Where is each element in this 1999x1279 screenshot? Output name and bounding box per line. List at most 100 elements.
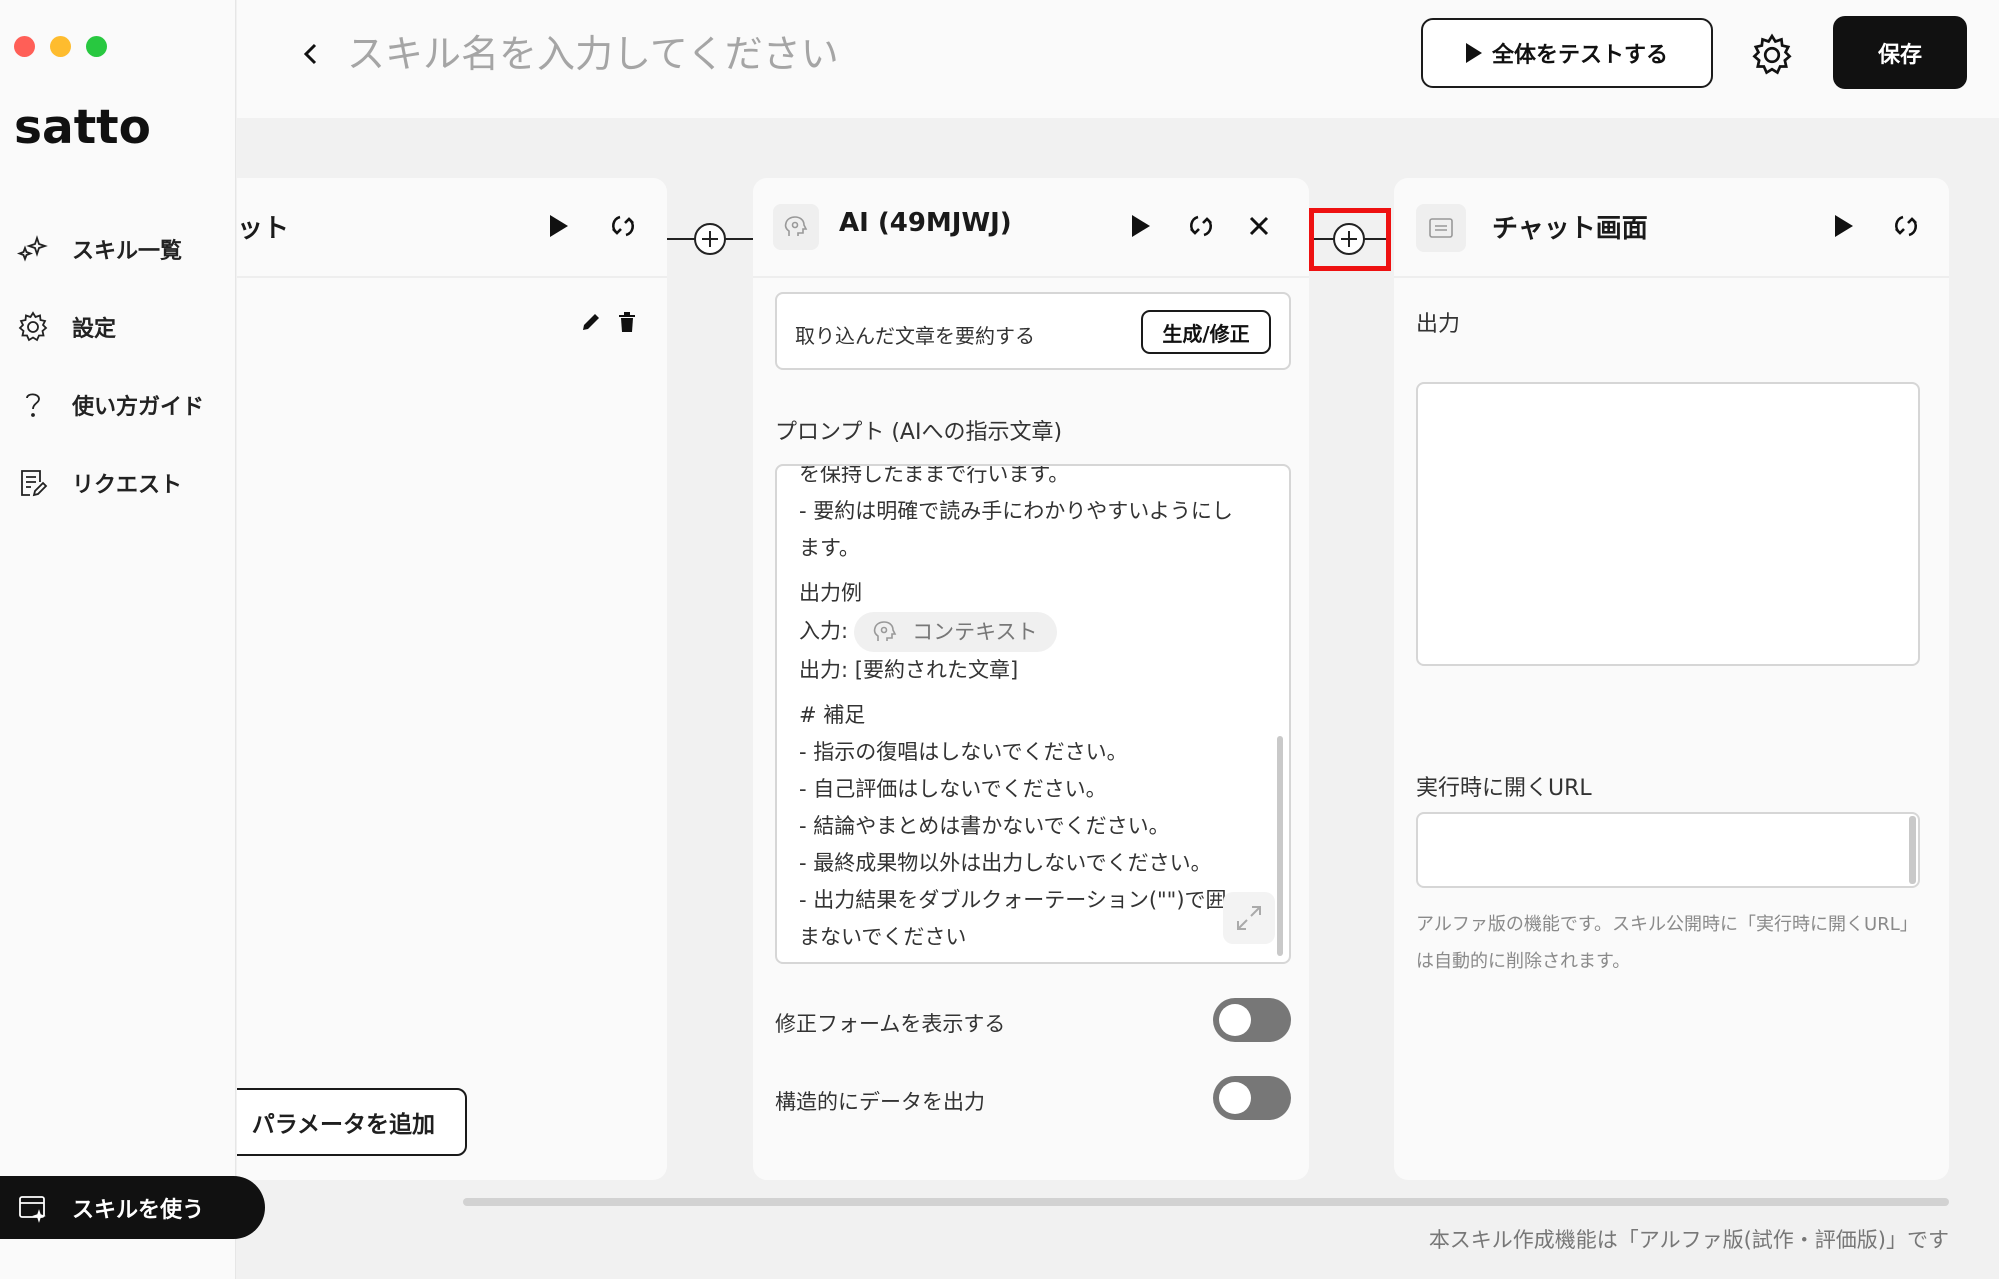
sidebar-item-label: スキル一覧 [72, 239, 183, 264]
refresh-icon [611, 215, 635, 237]
sparkles-icon [16, 235, 48, 262]
card-title: チャット画面 [1492, 214, 1648, 244]
test-all-button[interactable]: 全体をテストする [1421, 18, 1713, 88]
prompt-line: - 出力結果をダブルクォーテーション("")で囲 [799, 888, 1227, 912]
prompt-scrollbar[interactable] [1277, 736, 1283, 956]
refresh-icon [1189, 215, 1213, 237]
sidebar-item-guide[interactable]: 使い方ガイド [0, 366, 236, 444]
ai-node-card: AI (49MJWJ) 取り込んだ文章を要約する 生成/修正 プロンプト (AI… [753, 178, 1309, 1180]
prompt-line: 出力: [要約された文章] [799, 658, 1019, 682]
skill-name-input[interactable] [347, 26, 1047, 82]
toggle-form-label: 修正フォームを表示する [775, 1012, 1006, 1036]
delete-param-button[interactable] [607, 302, 647, 342]
prompt-line: # 補足 [799, 703, 866, 727]
sidebar-item-label: リクエスト [72, 473, 183, 498]
card-header: チャット画面 [1394, 178, 1949, 278]
canvas-horizontal-scrollbar[interactable] [463, 1198, 1949, 1206]
close-node-button[interactable] [1239, 206, 1279, 246]
trash-icon [619, 312, 635, 332]
alpha-feature-note: アルファ版の機能です。スキル公開時に「実行時に開くURL」は自動的に削除されます… [1416, 914, 1918, 972]
prompt-line: まないでください [799, 925, 967, 949]
prompt-line: ます。 [799, 536, 860, 560]
generate-edit-button[interactable]: 生成/修正 [1141, 310, 1271, 354]
context-chip-label: コンテキスト [912, 619, 1038, 644]
prompt-line-input: 入力: コンテキスト [799, 612, 1269, 652]
sidebar-item-request[interactable]: リクエスト [0, 444, 236, 522]
sidebar-item-label: 使い方ガイド [72, 395, 205, 420]
gear-icon [18, 311, 48, 342]
use-skill-label: スキルを使う [72, 1197, 205, 1223]
skill-window-icon [19, 1195, 46, 1223]
prompt-line: 出力例 [799, 581, 862, 605]
prompt-line: - 指示の復唱はしないでください。 [799, 740, 1128, 764]
run-node-button[interactable] [539, 206, 579, 246]
editor-header: 全体をテストする 保存 [237, 0, 1999, 118]
add-parameter-label: パラメータを追加 [251, 1112, 435, 1138]
use-skill-button[interactable]: スキルを使う [0, 1176, 265, 1239]
run-node-button[interactable] [1824, 206, 1864, 246]
save-button[interactable]: 保存 [1833, 16, 1967, 89]
show-form-toggle[interactable] [1213, 998, 1291, 1042]
play-icon [1835, 215, 1853, 237]
add-node-plus-icon[interactable] [694, 223, 726, 255]
question-icon [26, 393, 40, 417]
chevron-left-icon [303, 43, 317, 65]
zoom-window-button[interactable] [86, 36, 107, 57]
structured-output-toggle[interactable] [1213, 1076, 1291, 1120]
chat-node-icon-wrap [1416, 204, 1466, 252]
window-controls [14, 36, 107, 57]
prompt-content: を保持したままで行います。 - 要約は明確で読み手にわかりやすいようにし ます。… [799, 464, 1269, 956]
url-scrollbar [1909, 816, 1916, 884]
prompt-editor[interactable]: を保持したままで行います。 - 要約は明確で読み手にわかりやすいようにし ます。… [775, 464, 1291, 964]
refresh-node-button[interactable] [603, 206, 643, 246]
prompt-input-prefix: 入力: [799, 619, 849, 643]
prompt-line: を保持したままで行います。 [799, 464, 1070, 486]
url-input[interactable] [1416, 812, 1920, 888]
expand-prompt-button[interactable] [1223, 892, 1275, 944]
test-all-label: 全体をテストする [1491, 43, 1668, 68]
play-icon [1465, 43, 1482, 63]
output-label: 出力 [1416, 312, 1461, 337]
chat-window-icon [1429, 218, 1453, 238]
run-node-button[interactable] [1121, 206, 1161, 246]
card-header: AI (49MJWJ) [753, 178, 1309, 278]
highlight-box [1309, 208, 1391, 271]
settings-button[interactable] [1747, 30, 1797, 80]
close-icon [1249, 216, 1269, 236]
gear-icon [1752, 33, 1792, 75]
add-parameter-button[interactable]: パラメータを追加 [237, 1088, 467, 1156]
toggle-structured-label: 構造的にデータを出力 [775, 1090, 985, 1114]
prompt-line: - 結論やまとめは書かないでください。 [799, 814, 1170, 838]
edit-param-button[interactable] [571, 302, 611, 342]
refresh-node-button[interactable] [1181, 206, 1221, 246]
ai-brain-icon [873, 621, 897, 641]
card-title: ット [237, 214, 290, 244]
prompt-line: - 最終成果物以外は出力しないでください。 [799, 851, 1212, 875]
sidebar-item-skills[interactable]: スキル一覧 [0, 210, 236, 288]
card-title: AI (49MJWJ) [839, 208, 1012, 238]
play-icon [550, 215, 568, 237]
minimize-window-button[interactable] [50, 36, 71, 57]
chat-node-card: チャット画面 出力 実行時に開くURL アルファ版の機能です。スキル公開時に「実… [1394, 178, 1949, 1180]
request-icon [21, 470, 48, 497]
refresh-node-button[interactable] [1886, 206, 1926, 246]
back-button[interactable] [291, 34, 331, 74]
summary-task-box: 取り込んだ文章を要約する 生成/修正 [775, 292, 1291, 370]
app-logo: satto [14, 100, 151, 155]
context-chip[interactable]: コンテキスト [854, 612, 1058, 652]
close-window-button[interactable] [14, 36, 35, 57]
input-node-card: ット パラメータを追加 [237, 178, 667, 1180]
prompt-label: プロンプト (AIへの指示文章) [775, 420, 1063, 445]
ai-brain-icon [784, 216, 808, 236]
summary-task-text: 取り込んだ文章を要約する [795, 324, 1035, 348]
card-header: ット [237, 178, 667, 278]
pencil-icon [583, 314, 599, 330]
sidebar-item-label: 設定 [72, 317, 117, 342]
flow-canvas: ット パラメータを追加 AI (49MJWJ) 取り込んだ文章を要約する 生成/… [237, 118, 1999, 1279]
play-icon [1132, 215, 1150, 237]
expand-icon [1237, 906, 1261, 930]
url-label: 実行時に開くURL [1416, 776, 1592, 801]
sidebar-item-settings[interactable]: 設定 [0, 288, 236, 366]
output-area[interactable] [1416, 382, 1920, 666]
prompt-line: - 要約は明確で読み手にわかりやすいようにし [799, 499, 1233, 523]
